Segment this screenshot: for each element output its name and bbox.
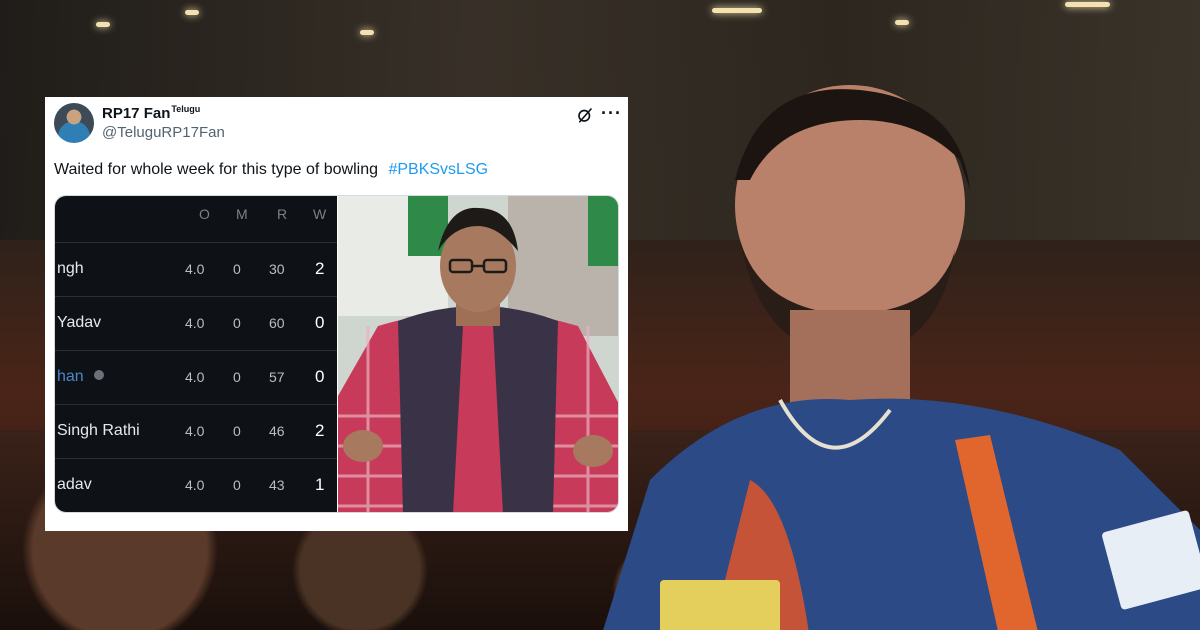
runs: 57 [269,369,285,385]
tweet-text: Waited for whole week for this type of b… [54,161,488,179]
overs: 4.0 [185,261,205,277]
wickets: 0 [315,313,325,332]
header-maidens: M [236,206,248,222]
bowler-name: Singh Rathi [57,422,140,439]
bowler-name: Yadav [57,314,102,331]
stadium-light [895,20,909,25]
runs: 60 [269,315,285,331]
name-badge: Telugu [171,104,201,114]
wickets: 2 [315,421,325,440]
grok-icon[interactable] [576,106,594,124]
meme-image [338,196,618,512]
bowler-name-text: han [57,368,84,385]
header-overs: O [199,206,210,222]
display-name[interactable]: RP17 FanTelugu [102,104,200,122]
tweet-header: RP17 FanTelugu @TeluguRP17Fan ··· [45,97,628,151]
stadium-light [360,30,374,35]
bowler-name: adav [57,476,92,493]
maidens: 0 [233,423,241,439]
scorecard-row: adav 4.0 0 43 1 [55,458,337,512]
bowler-name: han [57,368,104,386]
status-dot-icon [93,370,104,380]
wickets: 0 [315,367,325,386]
wickets: 1 [315,475,325,494]
overs: 4.0 [185,423,205,439]
spectator-figure [338,196,618,512]
runs: 30 [269,261,285,277]
maidens: 0 [233,477,241,493]
tweet-media[interactable]: O M R W ngh 4.0 0 30 2 Yadav 4.0 0 60 0 … [54,195,619,513]
stadium-light [185,10,199,15]
maidens: 0 [233,369,241,385]
maidens: 0 [233,315,241,331]
avatar[interactable] [54,103,94,143]
stadium-light [712,8,762,13]
wickets: 2 [315,259,325,278]
scorecard-row: Yadav 4.0 0 60 0 [55,296,337,350]
bowler-name: ngh [57,260,84,277]
scorecard-row: Singh Rathi 4.0 0 46 2 [55,404,337,458]
display-name-text: RP17 Fan [102,105,171,122]
bowling-scorecard: O M R W ngh 4.0 0 30 2 Yadav 4.0 0 60 0 … [55,196,337,512]
cricketer-figure [603,85,1200,630]
scorecard-row: han 4.0 0 57 0 [55,350,337,404]
overs: 4.0 [185,315,205,331]
overs: 4.0 [185,477,205,493]
hashtag-link[interactable]: #PBKSvsLSG [388,161,488,178]
overs: 4.0 [185,369,205,385]
scorecard-row: ngh 4.0 0 30 2 [55,242,337,296]
tweet-body: Waited for whole week for this type of b… [54,161,379,178]
header-wickets: W [313,206,327,222]
more-icon[interactable]: ··· [601,103,622,124]
stadium-light [96,22,110,27]
maidens: 0 [233,261,241,277]
header-runs: R [277,206,288,222]
runs: 43 [269,477,285,493]
tweet-card[interactable]: RP17 FanTelugu @TeluguRP17Fan ··· Waited… [45,97,628,531]
user-handle[interactable]: @TeluguRP17Fan [102,124,225,141]
runs: 46 [269,423,285,439]
stadium-light [1065,2,1110,7]
